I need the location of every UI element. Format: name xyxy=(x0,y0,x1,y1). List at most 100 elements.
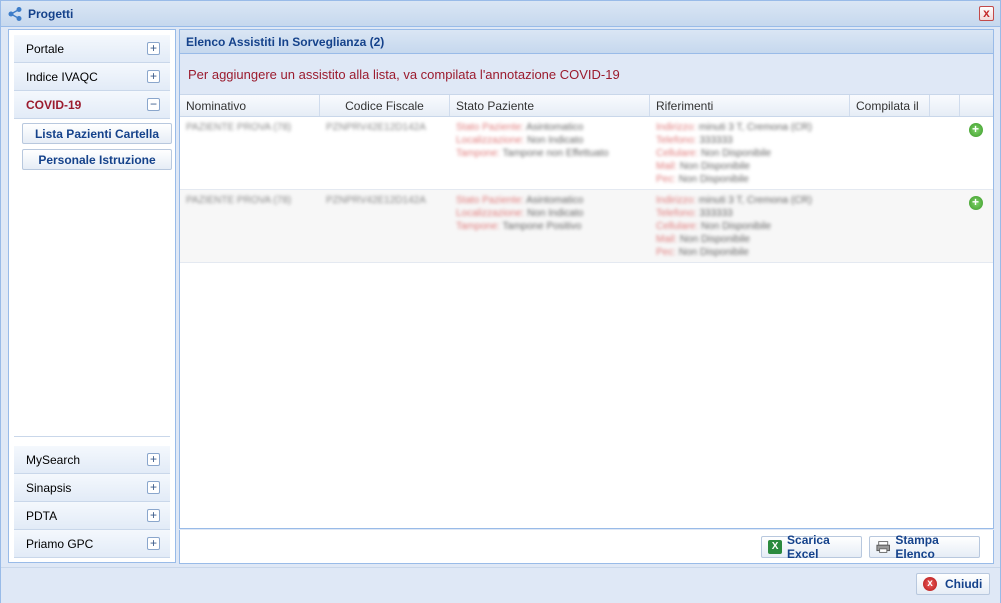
cell-compilata-il xyxy=(850,117,930,189)
riferimento-label: Pec: xyxy=(656,174,677,185)
stato-line: Localizzazione: Non Indicato xyxy=(456,207,644,220)
riferimento-label: Telefono: xyxy=(656,208,697,219)
plus-icon[interactable]: + xyxy=(147,42,160,55)
riferimento-line: Indirizzo: minuti 3 T, Cremona (CR) xyxy=(656,121,844,134)
column-header-nominativo[interactable]: Nominativo xyxy=(180,95,320,116)
cell-actions: + xyxy=(960,190,991,262)
sidebar-item-mysearch[interactable]: MySearch + xyxy=(14,446,170,474)
riferimento-label: Mail: xyxy=(656,161,678,172)
stampa-elenco-button[interactable]: Stampa Elenco xyxy=(869,533,980,561)
sidebar-item-label: MySearch xyxy=(26,452,81,467)
plus-icon[interactable]: + xyxy=(147,453,160,466)
sidebar-item-label: PDTA xyxy=(26,508,58,523)
add-circle-icon[interactable]: + xyxy=(968,196,983,210)
riferimento-line: Mail: Non Disponibile xyxy=(656,160,844,173)
riferimento-line: Pec: Non Disponibile xyxy=(656,173,844,186)
column-header-actions xyxy=(960,95,991,116)
stato-label: Localizzazione: xyxy=(456,135,525,146)
sidebar-item-indice-ivaqc[interactable]: Indice IVAQC + xyxy=(14,63,170,91)
riferimento-value: Non Disponibile xyxy=(678,247,749,258)
lista-pazienti-cartella-button[interactable]: Lista Pazienti Cartella xyxy=(22,123,172,144)
scarica-excel-label: Scarica Excel xyxy=(787,533,830,561)
column-header-codice-fiscale[interactable]: Codice Fiscale xyxy=(320,95,450,116)
chiudi-label: Chiudi xyxy=(945,577,983,591)
grid-body: PAZIENTE PROVA (78) PZNPRV42E12D142A Stato… xyxy=(180,117,993,263)
cell-stato-paziente: Stato Paziente: Asintomatico Localizzazio… xyxy=(450,190,650,262)
riferimento-label: Pec: xyxy=(656,247,677,258)
stato-line: Tampone: Tampone non Effettuato xyxy=(456,147,644,160)
riferimento-value: 333333 xyxy=(699,208,733,219)
riferimento-label: Telefono: xyxy=(656,135,697,146)
riferimento-value: Non Disponibile xyxy=(701,221,772,232)
riferimento-label: Indirizzo: xyxy=(656,195,697,206)
close-icon: x xyxy=(983,6,990,20)
stato-line: Tampone: Tampone Positivo xyxy=(456,220,644,233)
riferimento-label: Indirizzo: xyxy=(656,122,697,133)
riferimento-line: Indirizzo: minuti 3 T, Cremona (CR) xyxy=(656,194,844,207)
sidebar-item-sinapsis[interactable]: Sinapsis + xyxy=(14,474,170,502)
riferimento-value: Non Disponibile xyxy=(679,234,750,245)
add-circle-icon[interactable]: + xyxy=(968,123,983,137)
stato-label: Localizzazione: xyxy=(456,208,525,219)
window-close-button[interactable]: x xyxy=(979,6,994,21)
covid-19-panel: Lista Pazienti Cartella Personale Istruz… xyxy=(14,119,172,437)
printer-icon xyxy=(876,541,890,553)
plus-icon[interactable]: + xyxy=(147,509,160,522)
stato-value: Tampone Positivo xyxy=(502,221,582,232)
stato-label: Stato Paziente: xyxy=(456,122,524,133)
riferimento-label: Cellulare: xyxy=(656,148,699,159)
riferimento-line: Telefono: 333333 xyxy=(656,134,844,147)
riferimento-line: Mail: Non Disponibile xyxy=(656,233,844,246)
stato-value: Asintomatico xyxy=(526,122,584,133)
riferimento-value: Non Disponibile xyxy=(679,161,750,172)
sidebar-item-label: COVID-19 xyxy=(26,97,82,112)
stato-label: Stato Paziente: xyxy=(456,195,524,206)
cell-nominativo: PAZIENTE PROVA (78) xyxy=(186,122,292,133)
column-header-blank xyxy=(930,95,960,116)
minus-icon[interactable]: − xyxy=(147,98,160,111)
stato-line: Localizzazione: Non Indicato xyxy=(456,134,644,147)
riferimento-value: 333333 xyxy=(699,135,733,146)
riferimento-value: minuti 3 T, Cremona (CR) xyxy=(698,122,812,133)
sidebar-item-pdta[interactable]: PDTA + xyxy=(14,502,170,530)
cell-codice-fiscale: PZNPRV42E12D142A xyxy=(326,195,426,206)
sidebar-item-portale[interactable]: Portale + xyxy=(14,35,170,63)
chiudi-button[interactable]: x Chiudi xyxy=(916,573,990,595)
column-header-compilata-il[interactable]: Compilata il xyxy=(850,95,930,116)
column-header-stato-paziente[interactable]: Stato Paziente xyxy=(450,95,650,116)
window-title: Progetti xyxy=(28,6,74,21)
window-titlebar: Progetti x xyxy=(1,1,1000,27)
personale-istruzione-button[interactable]: Personale Istruzione xyxy=(22,149,172,170)
riferimento-value: Non Disponibile xyxy=(678,174,749,185)
grid-header: Nominativo Codice Fiscale Stato Paziente… xyxy=(180,95,993,117)
panel-title: Elenco Assistiti In Sorveglianza (2) xyxy=(180,30,993,54)
progetti-window: Progetti x Portale + Indice IVAQC + COVI… xyxy=(0,0,1001,603)
sidebar-item-covid-19[interactable]: COVID-19 − xyxy=(14,91,170,119)
sidebar-accordion: Portale + Indice IVAQC + COVID-19 − List… xyxy=(8,29,176,563)
stato-line: Stato Paziente: Asintomatico xyxy=(456,121,644,134)
riferimento-line: Cellulare: Non Disponibile xyxy=(656,220,844,233)
sidebar-item-label: Portale xyxy=(26,41,65,56)
riferimento-line: Telefono: 333333 xyxy=(656,207,844,220)
plus-icon[interactable]: + xyxy=(147,537,160,550)
riferimento-value: Non Disponibile xyxy=(701,148,772,159)
assistiti-panel: Elenco Assistiti In Sorveglianza (2) Per… xyxy=(179,29,994,529)
sidebar-item-label: Sinapsis xyxy=(26,480,72,495)
plus-icon[interactable]: + xyxy=(147,481,160,494)
stato-label: Tampone: xyxy=(456,221,500,232)
sidebar-item-priamo-gpc[interactable]: Priamo GPC + xyxy=(14,530,170,558)
riferimento-label: Mail: xyxy=(656,234,678,245)
riferimento-line: Pec: Non Disponibile xyxy=(656,246,844,259)
stato-label: Tampone: xyxy=(456,148,500,159)
column-header-riferimenti[interactable]: Riferimenti xyxy=(650,95,850,116)
scarica-excel-button[interactable]: X Scarica Excel xyxy=(761,533,862,561)
stato-value: Asintomatico xyxy=(526,195,584,206)
table-row[interactable]: PAZIENTE PROVA (78) PZNPRV42E12D142A Stato… xyxy=(180,190,993,263)
plus-icon[interactable]: + xyxy=(147,70,160,83)
sidebar-item-label: Indice IVAQC xyxy=(26,69,98,84)
table-row[interactable]: PAZIENTE PROVA (78) PZNPRV42E12D142A Stato… xyxy=(180,117,993,190)
stato-line: Stato Paziente: Asintomatico xyxy=(456,194,644,207)
window-footer: x Chiudi xyxy=(1,567,1000,603)
cell-blank xyxy=(930,117,960,189)
cell-riferimenti: Indirizzo: minuti 3 T, Cremona (CR) Telef… xyxy=(650,117,850,189)
